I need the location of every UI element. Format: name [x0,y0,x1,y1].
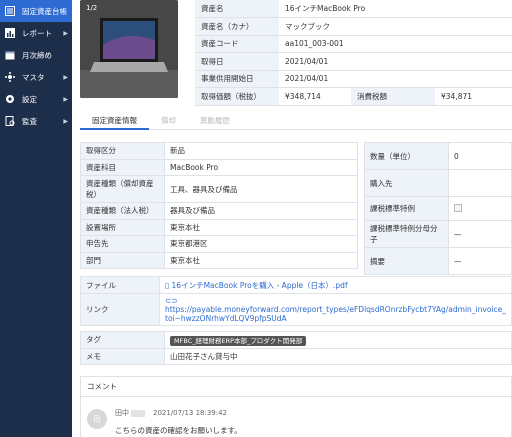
comments-section: コメント 田 田中 2021/07/13 18:39:42 こちらの資産の確認をお… [80,376,512,437]
comment-timestamp: 2021/07/13 18:39:42 [153,409,228,417]
summary-value: aa101_003-001 [279,35,512,53]
summary-label: 資産名 [195,0,279,18]
detail-value: 0 [448,142,512,170]
comment-author: 田中 [115,409,129,417]
sidebar-item-label: 監査 [22,116,37,126]
cost-label: 取得価額（税抜） [195,87,279,106]
file-link-table: ファイル ▯ 16インチMacBook Proを購入 - Apple（日本）.p… [79,276,512,326]
sidebar-item-label: マスタ [22,72,45,82]
avatar: 田 [87,409,107,429]
memo-value: 山田花子さん貸与中 [164,347,512,365]
detail-value: 東京都港区 [164,235,358,253]
summary-label: 資産コード [195,35,279,53]
photo-counter: 1/2 [86,4,98,12]
summary-label: 事業供用開始日 [195,70,279,88]
tag-chip[interactable]: MFBC_経理財務ERP本部_プロダクト開発部 [170,335,307,346]
report-chart-icon [4,27,16,39]
detail-label: 資産種類（償却資産税） [80,175,165,203]
chevron-right-icon: ▶ [63,117,68,125]
redacted-name [131,409,145,417]
link-icon: ⊂⊃ [165,296,178,305]
tag-memo-table: タグ MFBC_経理財務ERP本部_プロダクト開発部 メモ 山田花子さん貸与中 [80,331,512,365]
detail-value: 器具及び備品 [164,202,358,220]
file-link[interactable]: 16インチMacBook Proを購入 - Apple（日本）.pdf [172,281,348,290]
detail-value: MacBook Pro [164,158,358,176]
calendar-icon [4,49,16,61]
detail-value: — [448,247,512,275]
comment-meta: 田中 2021/07/13 18:39:42 [115,408,227,418]
detail-label: 課税標準特例分母分子 [364,220,449,248]
laptop-image [80,0,178,98]
memo-label: メモ [80,347,165,365]
tab-asset-info[interactable]: 固定資産情報 [80,112,149,130]
chevron-right-icon: ▶ [63,73,68,81]
detail-label: 設置場所 [80,218,165,236]
chevron-right-icon: ▶ [63,95,68,103]
asset-photo[interactable]: 1/2 [80,0,178,98]
summary-value: 2021/04/01 [279,70,512,88]
detail-label: 部門 [80,251,165,269]
sidebar-item-master[interactable]: マスタ ▶ [0,66,72,88]
sidebar-item-monthly-close[interactable]: 月次締め [0,44,72,66]
comments-title: コメント [81,377,511,397]
main-content: 1/2 資産名 16インチMacBook Pro 資産名（カナ） マックブック 資産… [72,0,512,437]
detail-label: 数量（単位） [364,142,449,170]
chevron-right-icon: ▶ [63,29,68,37]
link-label: リンク [79,293,161,326]
tab-history[interactable]: 異動履歴 [188,112,242,130]
detail-label: 課税標準特例 [364,196,449,221]
tax-label: 消費税額 [351,87,435,106]
sidebar-item-label: 設定 [22,94,37,104]
audit-icon [4,115,16,127]
sidebar-item-label: レポート [22,28,52,38]
tax-special-checkbox[interactable] [454,203,462,212]
detail-label: 摘要 [364,247,449,275]
detail-value: 東京本社 [164,218,358,236]
detail-value: 工具、器具及び備品 [164,175,358,203]
detail-tabs: 固定資産情報 償却 異動履歴 [80,112,512,130]
detail-value: — [448,220,512,248]
summary-value: 16インチMacBook Pro [279,0,512,18]
ledger-icon [4,5,16,17]
detail-label: 申告先 [80,235,165,253]
asset-extra-table: 数量（単位） 0 購入先 課税標準特例 課税標準特例分母分子 — 摘要 — [364,142,512,275]
sidebar-item-report[interactable]: レポート ▶ [0,22,72,44]
detail-label: 資産種類（法人税） [80,202,165,220]
sidebar-item-audit[interactable]: 監査 ▶ [0,110,72,132]
summary-value: マックブック [279,17,512,36]
tax-value: ¥34,871 [435,87,512,106]
link-line-2: toi~hwzzONrhwYdLQV9pfpSUdA [165,314,287,323]
sidebar-item-label: 固定資産台帳 [22,6,67,16]
sidebar-item-label: 月次締め [22,50,52,60]
asset-details-table: 取得区分 新品 資産科目 MacBook Pro 資産種類（償却資産税） 工具、器具及… [80,142,358,269]
detail-label: 取得区分 [80,142,165,160]
gear-icon [4,93,16,105]
detail-label: 資産科目 [80,158,165,176]
sidebar-item-settings[interactable]: 設定 ▶ [0,88,72,110]
summary-label: 資産名（カナ） [195,17,279,36]
detail-value: 新品 [164,142,358,160]
tab-depreciation[interactable]: 償却 [149,112,188,130]
detail-label: 購入先 [364,169,449,197]
asset-summary-table: 資産名 16インチMacBook Pro 資産名（カナ） マックブック 資産コード a… [195,0,512,106]
detail-value: 東京本社 [164,251,358,269]
sidebar: 固定資産台帳 レポート ▶ 月次締め マスタ ▶ 設定 ▶ 監査 ▶ [0,0,72,437]
detail-value [448,169,512,197]
external-link[interactable]: https://payable.moneyforward.com/report_… [165,305,506,323]
link-line-1: https://payable.moneyforward.com/report_… [165,305,506,314]
tag-label: タグ [80,331,165,349]
file-label: ファイル [79,276,161,294]
sidebar-item-ledger[interactable]: 固定資産台帳 [0,0,72,22]
cost-value: ¥348,714 [279,87,351,106]
summary-label: 取得日 [195,52,279,71]
master-data-icon [4,71,16,83]
comment-body: こちらの資産の確認をお願いします。 [115,426,242,435]
summary-value: 2021/04/01 [279,52,512,71]
